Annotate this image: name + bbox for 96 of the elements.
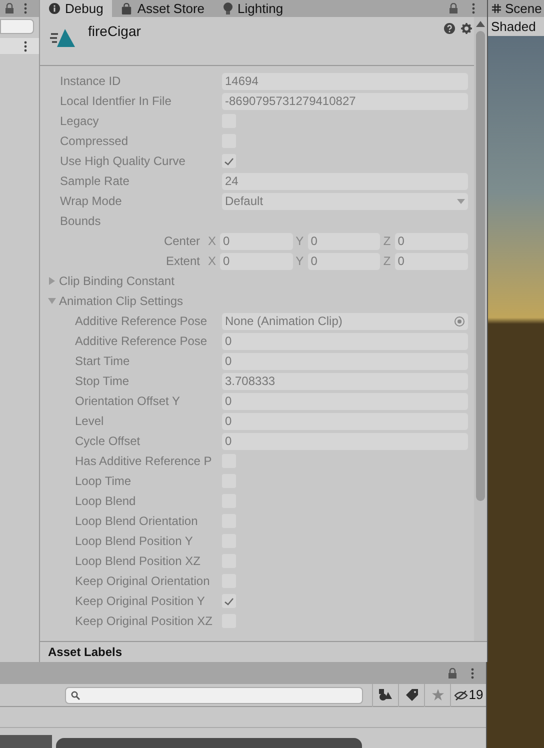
axis-value-field[interactable]: 0 <box>308 232 380 250</box>
property-label: Local Identfier In File <box>60 94 172 108</box>
axis-value-field[interactable]: 0 <box>394 252 468 270</box>
property-label: Loop Blend Position Y <box>75 534 193 548</box>
shapes-icon <box>379 689 392 701</box>
value-field[interactable]: -8690795731279410827 <box>222 92 468 110</box>
value-field[interactable]: 0 <box>222 412 468 430</box>
scrollbar[interactable] <box>474 17 487 641</box>
asset-title: fireCigar <box>88 22 141 41</box>
more-options-icon[interactable] <box>24 40 27 52</box>
property-label: Legacy <box>60 114 99 128</box>
tab[interactable]: Debug <box>40 0 112 17</box>
tab-label: Lighting <box>238 0 284 18</box>
lock-icon[interactable] <box>448 668 457 678</box>
checkbox[interactable] <box>222 594 236 608</box>
property-label: Bounds <box>60 213 101 230</box>
axis-value-field[interactable]: 0 <box>220 252 293 270</box>
property-label: Use High Quality Curve <box>60 154 186 168</box>
scrollbar-thumb[interactable] <box>476 31 485 501</box>
expanded-triangle-icon <box>48 297 56 305</box>
axis-value-field[interactable]: 0 <box>308 252 380 270</box>
property-label: Instance ID <box>60 74 121 88</box>
help-icon[interactable] <box>444 23 455 34</box>
property-label: Start Time <box>75 354 130 368</box>
property-label: Sample Rate <box>60 174 130 188</box>
bag-icon <box>121 2 132 14</box>
tab-label: Asset Store <box>137 0 205 18</box>
axis-label: Z <box>383 253 391 270</box>
value-field[interactable]: 14694 <box>222 72 468 90</box>
settings-icon[interactable] <box>461 23 472 34</box>
tab[interactable]: Asset Store <box>112 0 214 17</box>
collapsed-triangle-icon <box>48 277 56 285</box>
tab-label: Debug <box>65 0 104 18</box>
lock-icon[interactable] <box>449 3 458 14</box>
scene-tab[interactable]: Scene <box>505 0 542 17</box>
value-field[interactable]: 3.708333 <box>222 372 468 390</box>
checkbox[interactable] <box>222 154 236 168</box>
property-label: Keep Original Position Y <box>75 594 205 608</box>
tag-icon <box>406 689 418 701</box>
property-label: Cycle Offset <box>75 434 140 448</box>
axis-value-field[interactable]: 0 <box>394 232 468 250</box>
axis-label: Y <box>296 233 304 250</box>
dropdown[interactable]: Default <box>222 192 468 210</box>
object-field-value: None (Animation Clip) <box>225 313 342 330</box>
property-label: Has Additive Reference P <box>75 454 212 468</box>
property-label: Compressed <box>60 134 128 148</box>
property-label: Additive Reference Pose <box>75 314 208 328</box>
more-options-icon[interactable] <box>472 3 475 14</box>
property-label: Additive Reference Pose <box>75 334 208 348</box>
tab[interactable]: Lighting <box>214 0 292 17</box>
dropdown-arrow-icon <box>457 198 465 204</box>
value-field[interactable]: 24 <box>222 172 468 190</box>
checkmark-icon <box>224 156 234 166</box>
property-label: Loop Blend Position XZ <box>75 554 200 568</box>
search-field[interactable] <box>0 19 34 34</box>
value-field[interactable]: 0 <box>222 392 468 410</box>
property-label: Orientation Offset Y <box>75 394 180 408</box>
object-field[interactable]: None (Animation Clip) <box>222 312 468 330</box>
asset-labels-heading: Asset Labels <box>48 644 122 661</box>
more-options-icon[interactable] <box>24 3 27 14</box>
property-label: Stop Time <box>75 374 130 388</box>
checkmark-icon <box>224 596 234 606</box>
axis-label: X <box>208 233 216 250</box>
axis-value-field[interactable]: 0 <box>220 232 293 250</box>
more-options-icon[interactable] <box>471 668 474 678</box>
property-label: Loop Blend Orientation <box>75 514 198 528</box>
dropdown-value: Default <box>225 193 264 210</box>
axis-label: X <box>208 253 216 270</box>
lock-icon[interactable] <box>5 3 14 14</box>
foldout-label: Animation Clip Settings <box>59 293 184 310</box>
search-field[interactable] <box>65 686 363 704</box>
property-label: Keep Original Orientation <box>75 574 210 588</box>
info-icon <box>49 3 60 14</box>
property-label: Center <box>164 233 200 250</box>
object-picker-icon[interactable] <box>454 316 465 326</box>
search-icon <box>71 690 80 700</box>
property-label: Wrap Mode <box>60 194 122 208</box>
star-icon <box>432 689 444 701</box>
value-field[interactable]: 0 <box>222 352 468 370</box>
foldout[interactable]: Animation Clip Settings <box>40 291 474 311</box>
property-label: Extent <box>166 253 200 270</box>
animation-clip-icon <box>50 28 76 48</box>
property-label: Keep Original Position XZ <box>75 614 212 628</box>
scroll-up-icon[interactable] <box>476 21 485 27</box>
property-label: Loop Time <box>75 474 132 488</box>
lightbulb-icon <box>222 2 233 15</box>
value-field[interactable]: 0 <box>222 432 468 450</box>
property-label: Loop Blend <box>75 494 136 508</box>
foldout-label: Clip Binding Constant <box>59 273 174 290</box>
hidden-eye-icon <box>454 690 468 700</box>
value-field[interactable]: 0 <box>222 332 468 350</box>
property-label: Level <box>75 414 104 428</box>
foldout[interactable]: Clip Binding Constant <box>40 271 474 291</box>
grid-icon <box>492 4 501 13</box>
axis-label: Y <box>296 253 304 270</box>
axis-label: Z <box>383 233 391 250</box>
